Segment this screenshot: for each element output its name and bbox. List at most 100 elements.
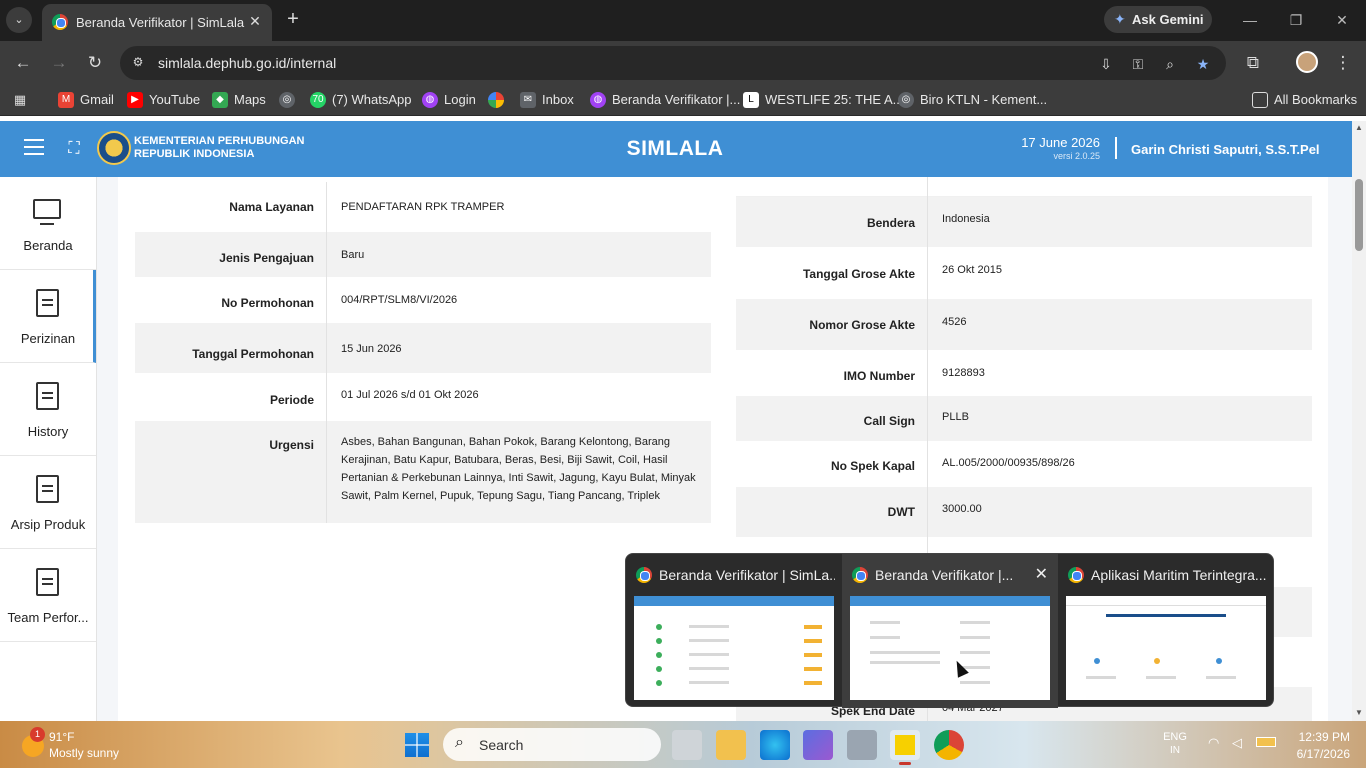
- scroll-up-icon[interactable]: ▲: [1355, 123, 1363, 132]
- taskbar-search[interactable]: ⌕ Search: [443, 728, 661, 761]
- extensions-icon[interactable]: ⧉: [1241, 51, 1265, 75]
- password-key-icon[interactable]: ⚿: [1128, 54, 1148, 74]
- window-close-icon[interactable]: ✕: [1330, 8, 1354, 32]
- field-value: 004/RPT/SLM8/VI/2026: [341, 294, 458, 306]
- reload-icon[interactable]: ↻: [83, 51, 107, 75]
- pinwheel-icon: [488, 92, 504, 108]
- forward-icon[interactable]: →: [47, 51, 71, 75]
- field-value: 9128893: [942, 367, 985, 379]
- sidebar-item-label: Team Perfor...: [7, 610, 89, 625]
- table-row: Jenis Pengajuan Baru: [135, 232, 711, 277]
- clock-date[interactable]: 6/17/2026: [1286, 747, 1350, 761]
- field-label: Periode: [135, 373, 327, 421]
- field-value: Baru: [341, 249, 365, 261]
- install-app-icon[interactable]: ⇩: [1096, 54, 1116, 74]
- scrollbar-thumb[interactable]: [1355, 179, 1363, 251]
- bookmark-login[interactable]: ◍ Login: [422, 92, 476, 110]
- wifi-icon[interactable]: ◠: [1208, 735, 1219, 751]
- fullscreen-icon[interactable]: ⛶: [65, 140, 83, 158]
- camera-icon[interactable]: [847, 730, 877, 760]
- edge-icon[interactable]: [760, 730, 790, 760]
- page-scrollbar[interactable]: ▲ ▼: [1352, 121, 1366, 721]
- all-bookmarks[interactable]: All Bookmarks: [1252, 92, 1357, 110]
- site-info-icon[interactable]: ⚙: [130, 55, 146, 71]
- weather-widget[interactable]: 1 91°F Mostly sunny: [22, 727, 132, 763]
- sidebar-item-arsip-produk[interactable]: Arsip Produk: [0, 456, 96, 549]
- weather-temp: 91°F: [49, 730, 75, 744]
- user-name[interactable]: Garin Christi Saputri, S.S.T.Pel: [1131, 142, 1320, 157]
- bookmark-gmail[interactable]: M Gmail: [58, 92, 114, 110]
- language-indicator[interactable]: ENG: [1160, 731, 1190, 743]
- bookmark-star-icon[interactable]: ★: [1193, 54, 1213, 74]
- bookmark-maps[interactable]: ◆ Maps: [212, 92, 266, 110]
- ask-gemini-label: Ask Gemini: [1132, 12, 1204, 27]
- field-value: PLLB: [942, 411, 969, 423]
- field-label: Jenis Pengajuan: [135, 232, 327, 277]
- table-row: Nomor Grose Akte 4526: [736, 299, 1312, 350]
- bookmark-photos[interactable]: [488, 92, 510, 110]
- bookmark-beranda-verifikator[interactable]: ◍ Beranda Verifikator |...: [590, 92, 740, 110]
- file-explorer-icon[interactable]: [716, 730, 746, 760]
- sidebar-item-label: Perizinan: [20, 331, 76, 346]
- bookmark-biro-ktln[interactable]: ◎ Biro KTLN - Kement...: [898, 92, 1047, 110]
- field-label: No Permohonan: [135, 277, 327, 323]
- address-bar[interactable]: ⚙ simlala.dephub.go.id/internal ⇩ ⚿ ⌕ ★: [120, 46, 1226, 80]
- document-icon: [36, 475, 59, 503]
- scroll-down-icon[interactable]: ▼: [1355, 708, 1363, 717]
- window-thumbnail[interactable]: Aplikasi Maritim Terintegra...: [1058, 554, 1274, 708]
- window-thumbnail[interactable]: Beranda Verifikator |... ✕: [842, 554, 1058, 708]
- close-tab-icon[interactable]: ✕: [246, 12, 264, 30]
- window-thumbnail[interactable]: Beranda Verifikator | SimLa...: [626, 554, 842, 708]
- field-value: Indonesia: [942, 213, 990, 225]
- sidebar-item-label: Arsip Produk: [10, 517, 86, 532]
- volume-icon[interactable]: ◁: [1232, 735, 1242, 751]
- sidebar-item-perizinan[interactable]: Perizinan: [0, 270, 96, 363]
- bookmark-whatsapp[interactable]: 70 (7) WhatsApp: [310, 92, 411, 110]
- window-thumbnail-title: Aplikasi Maritim Terintegra...: [1091, 567, 1267, 583]
- profile-avatar[interactable]: [1296, 51, 1318, 73]
- ask-gemini-button[interactable]: ✦ Ask Gemini: [1104, 6, 1212, 33]
- table-row: IMO Number 9128893: [736, 350, 1312, 396]
- new-tab-button[interactable]: +: [282, 8, 304, 30]
- close-window-icon[interactable]: ✕: [1035, 564, 1048, 584]
- address-url[interactable]: simlala.dephub.go.id/internal: [158, 55, 336, 71]
- taskbar-thumbnail-popup: Beranda Verifikator | SimLa... Beranda V…: [625, 553, 1274, 708]
- window-thumbnail-title: Beranda Verifikator |...: [875, 567, 1014, 583]
- ministry-line1: KEMENTERIAN PERHUBUNGAN: [134, 135, 305, 147]
- minimize-icon[interactable]: —: [1238, 8, 1262, 32]
- bookmark-youtube[interactable]: ▶ YouTube: [127, 92, 200, 110]
- sidebar-item-team-performance[interactable]: Team Perfor...: [0, 549, 96, 642]
- windows-start-icon[interactable]: [405, 733, 429, 757]
- active-tab[interactable]: Beranda Verifikator | SimLala ✕: [42, 4, 272, 41]
- bookmark-westlife[interactable]: L WESTLIFE 25: THE A...: [743, 92, 903, 110]
- weather-desc: Mostly sunny: [49, 746, 120, 760]
- field-label: Urgensi: [135, 421, 327, 523]
- restore-icon[interactable]: ❐: [1284, 8, 1308, 32]
- tab-search-button[interactable]: ⌄: [6, 7, 32, 33]
- battery-icon[interactable]: [1256, 737, 1276, 747]
- task-view-icon[interactable]: [672, 730, 702, 760]
- apps-grid-icon[interactable]: ▦: [12, 92, 34, 110]
- table-row: Nama Layanan PENDAFTARAN RPK TRAMPER: [135, 182, 711, 232]
- chrome-taskbar-icon[interactable]: [934, 730, 964, 760]
- ministry-line2: REPUBLIK INDONESIA: [134, 148, 255, 160]
- sidebar-item-label: Beranda: [23, 238, 73, 253]
- field-value: 26 Okt 2015: [942, 264, 1002, 276]
- back-icon[interactable]: ←: [11, 51, 35, 75]
- field-label: Tanggal Grose Akte: [736, 247, 928, 299]
- sticky-notes-icon[interactable]: [890, 730, 920, 765]
- sidebar-item-history[interactable]: History: [0, 363, 96, 456]
- bookmark-globe[interactable]: ◎: [279, 92, 301, 110]
- table-row: Call Sign PLLB: [736, 396, 1312, 441]
- bookmark-inbox[interactable]: ✉ Inbox: [520, 92, 574, 110]
- sidebar-item-label: History: [27, 424, 69, 439]
- sidebar-item-beranda[interactable]: Beranda: [0, 177, 96, 270]
- app-icon[interactable]: [803, 730, 833, 760]
- field-label: IMO Number: [736, 350, 928, 396]
- zoom-icon[interactable]: ⌕: [1160, 54, 1180, 74]
- chrome-icon: [1068, 567, 1084, 583]
- clock-time[interactable]: 12:39 PM: [1286, 730, 1350, 744]
- hamburger-menu-icon[interactable]: [24, 139, 44, 155]
- field-label: Nama Layanan: [135, 182, 327, 232]
- chrome-menu-icon[interactable]: ⋮: [1331, 51, 1355, 75]
